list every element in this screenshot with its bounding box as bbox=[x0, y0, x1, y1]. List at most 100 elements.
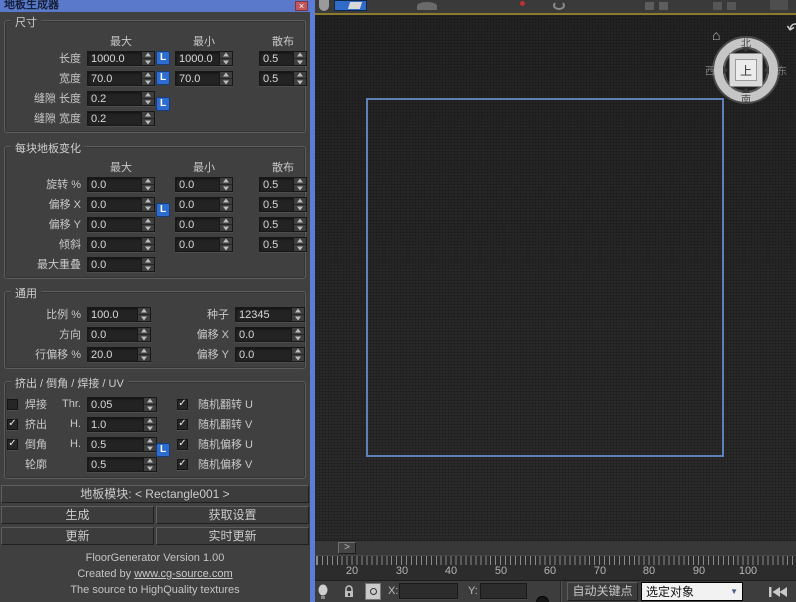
offset-y-scatter-field[interactable]: 0.5 bbox=[259, 217, 307, 232]
spinner-down-icon[interactable] bbox=[144, 465, 156, 471]
link-bevel-outline-button[interactable]: L bbox=[156, 443, 170, 457]
spinner-down-icon[interactable] bbox=[142, 59, 154, 65]
spinner-down-icon[interactable] bbox=[142, 119, 154, 125]
spinner-up-icon[interactable] bbox=[142, 72, 154, 79]
spinner-down-icon[interactable] bbox=[138, 355, 150, 361]
floor-module-button[interactable]: 地板模块: < Rectangle001 > bbox=[1, 485, 309, 503]
spinner-down-icon[interactable] bbox=[294, 205, 306, 211]
outline-field[interactable]: 0.5 bbox=[87, 457, 157, 472]
auto-key-button[interactable]: 自动关键点 bbox=[567, 582, 638, 601]
random-flip-v-checkbox[interactable]: ✓ bbox=[177, 419, 188, 430]
spinner-up-icon[interactable] bbox=[220, 178, 232, 185]
direction-field[interactable]: 0.0 bbox=[87, 327, 151, 342]
width-min-field[interactable]: 70.0 bbox=[175, 71, 233, 86]
spinner-down-icon[interactable] bbox=[294, 59, 306, 65]
spinner[interactable] bbox=[219, 52, 232, 65]
perspective-viewport[interactable]: 上 北 南 西 东 ⌂ ↶ bbox=[315, 15, 796, 540]
spinner[interactable] bbox=[141, 218, 154, 231]
length-scatter-field[interactable]: 0.5 bbox=[259, 51, 307, 66]
transform-typein-icon[interactable] bbox=[365, 583, 381, 600]
selection-filter-dropdown[interactable]: 选定对象 ▼ bbox=[641, 582, 743, 601]
link-gap-button[interactable]: L bbox=[156, 97, 170, 111]
gap-length-field[interactable]: 0.2 bbox=[87, 91, 155, 106]
spinner-down-icon[interactable] bbox=[294, 225, 306, 231]
viewcube-north-label[interactable]: 北 bbox=[741, 35, 751, 50]
spinner-down-icon[interactable] bbox=[220, 205, 232, 211]
spinner-down-icon[interactable] bbox=[142, 205, 154, 211]
spinner-up-icon[interactable] bbox=[294, 238, 306, 245]
width-max-field[interactable]: 70.0 bbox=[87, 71, 155, 86]
rotation-min-field[interactable]: 0.0 bbox=[175, 177, 233, 192]
uv-offset-x-field[interactable]: 0.0 bbox=[235, 327, 305, 342]
spinner-up-icon[interactable] bbox=[138, 308, 150, 315]
get-settings-button[interactable]: 获取设置 bbox=[156, 506, 309, 524]
spinner[interactable] bbox=[143, 398, 156, 411]
spinner[interactable] bbox=[137, 348, 150, 361]
dropdown-arrow-icon[interactable]: ▼ bbox=[730, 587, 738, 596]
offset-x-min-field[interactable]: 0.0 bbox=[175, 197, 233, 212]
spinner[interactable] bbox=[141, 72, 154, 85]
cg-source-link[interactable]: www.cg-source.com bbox=[134, 568, 232, 580]
spinner-up-icon[interactable] bbox=[144, 398, 156, 405]
toolbar-icon-fragment[interactable] bbox=[520, 1, 525, 6]
gap-width-field[interactable]: 0.2 bbox=[87, 111, 155, 126]
spinner-up-icon[interactable] bbox=[144, 458, 156, 465]
spinner-up-icon[interactable] bbox=[142, 238, 154, 245]
knob-fragment[interactable] bbox=[536, 596, 549, 602]
spinner[interactable] bbox=[293, 178, 306, 191]
spinner-up-icon[interactable] bbox=[294, 218, 306, 225]
spinner-down-icon[interactable] bbox=[220, 225, 232, 231]
bevel-height-field[interactable]: 0.5 bbox=[87, 437, 157, 452]
spinner[interactable] bbox=[141, 52, 154, 65]
spinner-up-icon[interactable] bbox=[220, 218, 232, 225]
viewcube-arrow-east-icon[interactable] bbox=[760, 66, 769, 74]
length-min-field[interactable]: 1000.0 bbox=[175, 51, 233, 66]
offset-y-max-field[interactable]: 0.0 bbox=[87, 217, 155, 232]
spinner-down-icon[interactable] bbox=[142, 79, 154, 85]
spinner-up-icon[interactable] bbox=[144, 438, 156, 445]
spinner[interactable] bbox=[219, 218, 232, 231]
spinner[interactable] bbox=[293, 218, 306, 231]
spinner[interactable] bbox=[293, 238, 306, 251]
spinner[interactable] bbox=[137, 328, 150, 341]
viewcube[interactable]: 上 北 南 西 东 bbox=[714, 38, 778, 102]
toolbar-icon-fragment[interactable] bbox=[348, 2, 362, 9]
weld-checkbox[interactable] bbox=[7, 399, 18, 410]
extrude-checkbox[interactable]: ✓ bbox=[7, 419, 18, 430]
go-to-start-button[interactable] bbox=[763, 583, 793, 600]
spinner-up-icon[interactable] bbox=[142, 258, 154, 265]
spinner[interactable] bbox=[291, 348, 304, 361]
offset-x-max-field[interactable]: 0.0 bbox=[87, 197, 155, 212]
toolbar-icon-fragment[interactable] bbox=[645, 2, 654, 10]
tilt-min-field[interactable]: 0.0 bbox=[175, 237, 233, 252]
dialog-titlebar[interactable]: 地板生成器 × bbox=[0, 0, 310, 12]
uv-offset-y-field[interactable]: 0.0 bbox=[235, 347, 305, 362]
spinner-up-icon[interactable] bbox=[292, 328, 304, 335]
viewcube-south-label[interactable]: 南 bbox=[741, 91, 751, 106]
update-button[interactable]: 更新 bbox=[1, 527, 154, 545]
link-length-button[interactable]: L bbox=[156, 51, 170, 65]
spinner[interactable] bbox=[141, 198, 154, 211]
y-coord-field[interactable] bbox=[480, 583, 527, 599]
spinner-down-icon[interactable] bbox=[292, 315, 304, 321]
close-icon[interactable]: × bbox=[295, 1, 308, 11]
max-overlap-field[interactable]: 0.0 bbox=[87, 257, 155, 272]
x-coord-field[interactable] bbox=[399, 583, 458, 599]
spinner[interactable] bbox=[291, 308, 304, 321]
spinner-up-icon[interactable] bbox=[220, 198, 232, 205]
spinner-up-icon[interactable] bbox=[294, 52, 306, 59]
live-update-button[interactable]: 实时更新 bbox=[156, 527, 309, 545]
spinner-up-icon[interactable] bbox=[220, 52, 232, 59]
spinner-up-icon[interactable] bbox=[292, 348, 304, 355]
spinner[interactable] bbox=[293, 198, 306, 211]
toolbar-icon-fragment[interactable] bbox=[319, 0, 329, 11]
spinner-up-icon[interactable] bbox=[142, 178, 154, 185]
spinner-down-icon[interactable] bbox=[294, 245, 306, 251]
row-offset-field[interactable]: 20.0 bbox=[87, 347, 151, 362]
spinner[interactable] bbox=[219, 178, 232, 191]
spinner-up-icon[interactable] bbox=[294, 72, 306, 79]
spinner[interactable] bbox=[141, 178, 154, 191]
viewcube-arrow-west-icon[interactable] bbox=[723, 66, 732, 74]
spinner-down-icon[interactable] bbox=[142, 265, 154, 271]
spinner-down-icon[interactable] bbox=[220, 79, 232, 85]
